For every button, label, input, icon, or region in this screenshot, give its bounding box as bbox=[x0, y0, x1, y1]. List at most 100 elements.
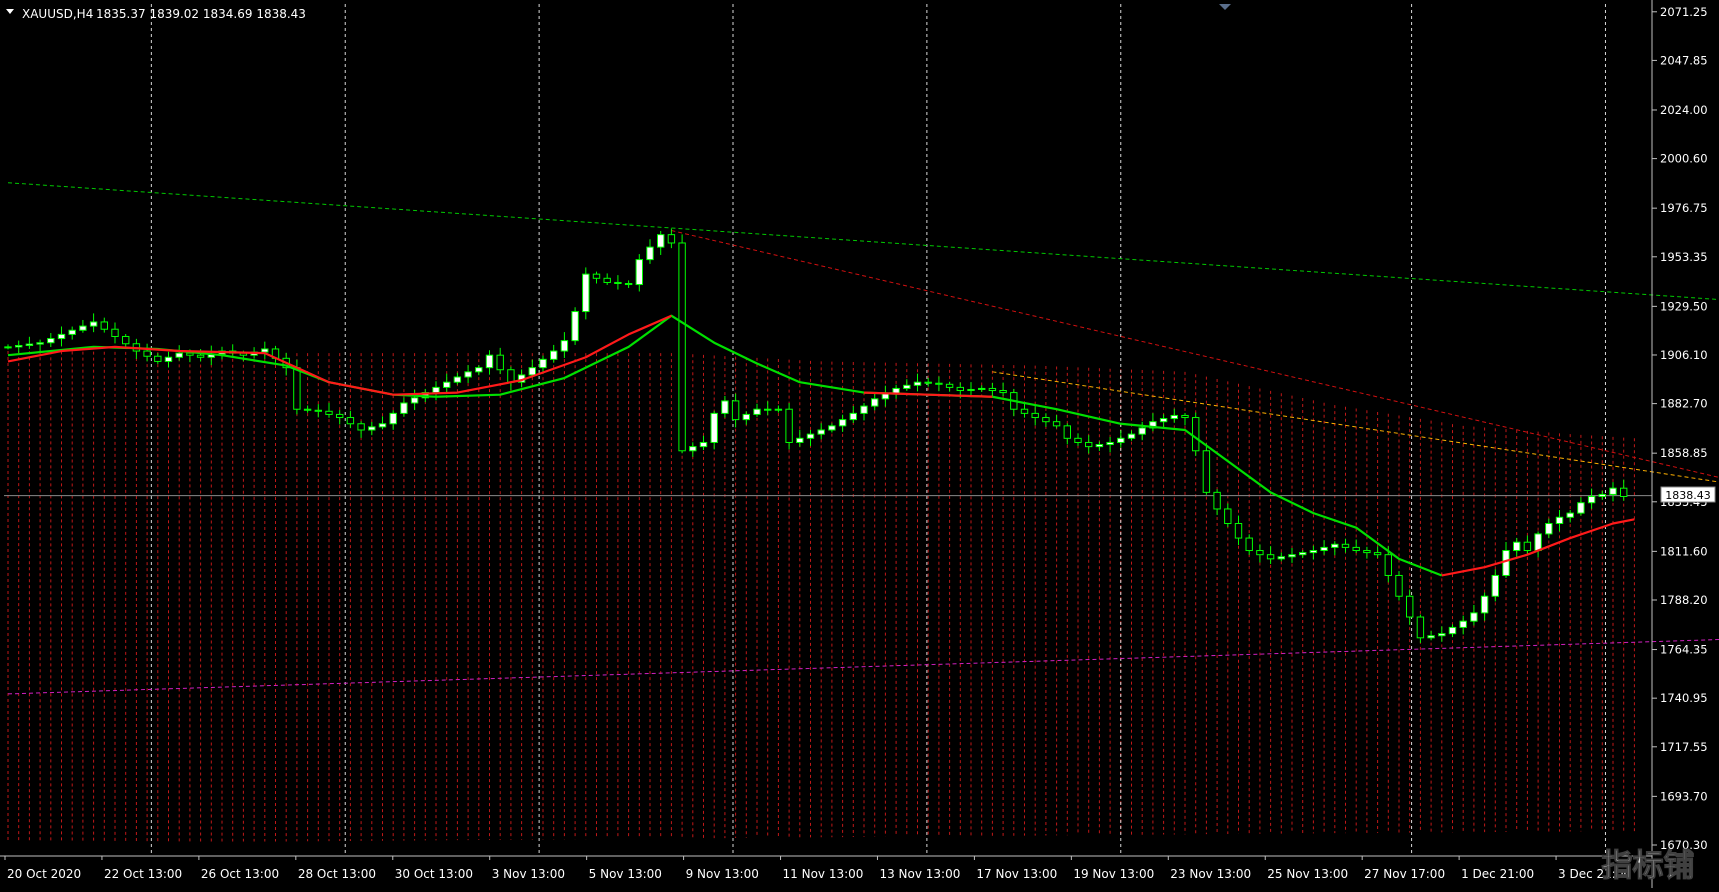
y-tick-label: 1764.35 bbox=[1660, 643, 1708, 657]
candle-body bbox=[1555, 516, 1564, 525]
candle-body bbox=[838, 419, 847, 427]
candle-body bbox=[1459, 620, 1467, 628]
candle-body bbox=[1192, 417, 1200, 452]
x-tick-label: 17 Nov 13:00 bbox=[976, 867, 1057, 881]
candle-body bbox=[1480, 595, 1489, 614]
x-tick-label: 11 Nov 13:00 bbox=[783, 867, 864, 881]
candle-body bbox=[1406, 595, 1414, 618]
candle-body bbox=[122, 335, 130, 345]
candle-body bbox=[325, 410, 333, 415]
candle-body bbox=[475, 367, 483, 373]
candle-body bbox=[1299, 552, 1307, 556]
candle-body bbox=[560, 340, 569, 352]
candle-body bbox=[432, 386, 440, 394]
current-price-badge: 1838.43 bbox=[1660, 486, 1716, 503]
candle-body bbox=[828, 425, 836, 431]
candle-body bbox=[1256, 550, 1264, 556]
chart-window[interactable]: 2071.25 2047.85 2024.00 2000.60 1976.75 1953.… bbox=[0, 0, 1719, 888]
watermark-logo: 指标铺 bbox=[1601, 848, 1695, 885]
candle-body bbox=[1202, 450, 1211, 493]
chart-header[interactable]: XAUUSD,H4 1835.37 1839.02 1834.69 1838.4… bbox=[6, 7, 306, 21]
price-chart[interactable]: 2071.25 2047.85 2024.00 2000.60 1976.75 1953.… bbox=[0, 0, 1719, 888]
candle-body bbox=[924, 381, 932, 384]
candle-body bbox=[1266, 554, 1275, 560]
candle-body bbox=[357, 423, 365, 431]
candle-body bbox=[1106, 441, 1114, 446]
candle-body bbox=[624, 282, 633, 286]
candle-body bbox=[1181, 414, 1189, 419]
candle-body bbox=[68, 329, 76, 335]
candle-body bbox=[1609, 487, 1617, 495]
x-tick-label: 5 Nov 13:00 bbox=[589, 867, 662, 881]
candle-body bbox=[1224, 508, 1232, 525]
candle-body bbox=[1534, 533, 1542, 552]
candle-body bbox=[689, 446, 697, 452]
candle-body bbox=[89, 321, 98, 327]
y-tick-label: 1693.70 bbox=[1660, 789, 1708, 803]
candle-body bbox=[785, 408, 793, 443]
y-tick-label: 1740.95 bbox=[1660, 691, 1708, 705]
candle-body bbox=[1523, 541, 1532, 552]
ohlc-values: 1835.37 1839.02 1834.69 1838.43 bbox=[96, 7, 306, 21]
candle-body bbox=[400, 402, 408, 414]
y-tick-label: 1929.50 bbox=[1660, 299, 1708, 313]
x-tick-label: 28 Oct 13:00 bbox=[298, 867, 376, 881]
candle-body bbox=[753, 408, 761, 415]
candle-body bbox=[1031, 412, 1039, 419]
candle-body bbox=[646, 246, 654, 261]
candle-body bbox=[956, 386, 964, 392]
candle-body bbox=[25, 343, 34, 346]
candle-body bbox=[1620, 487, 1628, 497]
x-tick-label: 26 Oct 13:00 bbox=[201, 867, 279, 881]
candle-body bbox=[303, 408, 312, 411]
candle-body bbox=[550, 350, 558, 360]
candle-body bbox=[592, 273, 601, 279]
candle-body bbox=[261, 348, 269, 353]
candle-body bbox=[806, 433, 815, 439]
candle-body bbox=[571, 311, 579, 342]
candle-body bbox=[1566, 512, 1574, 518]
candle-body bbox=[999, 390, 1007, 394]
candle-body bbox=[1491, 574, 1499, 597]
candle-body bbox=[710, 412, 718, 443]
candle-body bbox=[36, 342, 44, 345]
y-tick-label: 2071.25 bbox=[1660, 5, 1708, 19]
x-tick-label: 19 Nov 13:00 bbox=[1073, 867, 1154, 881]
candle-body bbox=[635, 259, 643, 286]
candle-body bbox=[603, 277, 611, 283]
candle-body bbox=[667, 234, 676, 244]
y-tick-label: 2047.85 bbox=[1660, 53, 1708, 67]
candle-body bbox=[1470, 612, 1478, 622]
candle-body bbox=[1545, 523, 1553, 535]
candle-body bbox=[1159, 418, 1168, 423]
candle-body bbox=[1352, 546, 1360, 552]
x-tick-label: 20 Oct 2020 bbox=[7, 867, 81, 881]
candle-body bbox=[410, 397, 419, 404]
candle-body bbox=[903, 384, 911, 389]
y-tick-label: 2024.00 bbox=[1660, 103, 1708, 117]
x-tick-label: 9 Nov 13:00 bbox=[686, 867, 759, 881]
candle-body bbox=[389, 412, 397, 425]
candle-body bbox=[1598, 493, 1606, 497]
y-tick-label: 1811.60 bbox=[1660, 544, 1708, 558]
candle-body bbox=[314, 409, 323, 412]
y-tick-label: 1953.35 bbox=[1660, 250, 1708, 264]
candle-body bbox=[196, 354, 205, 358]
x-tick-label: 22 Oct 13:00 bbox=[104, 867, 182, 881]
candle-body bbox=[464, 371, 472, 378]
candle-body bbox=[79, 325, 87, 331]
candle-body bbox=[582, 273, 590, 313]
watermark-text: 指标铺 bbox=[1602, 848, 1695, 884]
x-tick-label: 23 Nov 13:00 bbox=[1170, 867, 1251, 881]
y-tick-label: 1858.85 bbox=[1660, 446, 1708, 460]
candle-body bbox=[1384, 554, 1392, 576]
candle-body bbox=[1042, 417, 1050, 423]
candle-body bbox=[1170, 414, 1178, 420]
symbol-timeframe: XAUUSD,H4 bbox=[22, 7, 93, 21]
x-tick-label: 27 Nov 17:00 bbox=[1364, 867, 1445, 881]
candle-body bbox=[1138, 427, 1146, 435]
candle-body bbox=[186, 352, 194, 356]
candle-body bbox=[796, 437, 804, 443]
candle-body bbox=[507, 369, 515, 383]
candle-body bbox=[849, 412, 857, 421]
